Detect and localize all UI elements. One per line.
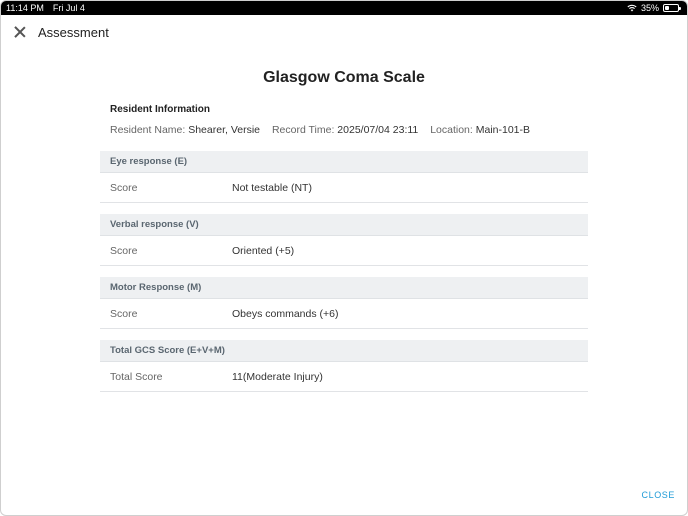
score-label: Score bbox=[110, 307, 138, 320]
status-date: Fri Jul 4 bbox=[52, 3, 85, 13]
score-value: Obeys commands (+6) bbox=[232, 307, 339, 320]
total-score-row: Total Score 11(Moderate Injury) bbox=[100, 362, 588, 392]
location-label: Location: bbox=[430, 124, 473, 136]
record-time-label: Record Time: bbox=[271, 124, 335, 136]
section-motor: Motor Response (M) Score Obeys commands … bbox=[100, 277, 588, 329]
app-window: 11:14 PM Fri Jul 4 35% Assessment Glasgow… bbox=[0, 0, 688, 516]
section-total: Total GCS Score (E+V+M) Total Score 11(M… bbox=[100, 340, 588, 392]
section-eye: Eye response (E) Score Not testable (NT) bbox=[100, 151, 588, 203]
wifi-icon bbox=[627, 4, 637, 12]
form-title: Glasgow Coma Scale bbox=[263, 69, 425, 86]
close-button[interactable]: CLOSE bbox=[641, 490, 675, 500]
score-value: Oriented (+5) bbox=[232, 244, 295, 257]
section-header: Verbal response (V) bbox=[100, 214, 588, 236]
battery-percent: 35% bbox=[640, 3, 659, 13]
score-label: Score bbox=[110, 181, 138, 194]
resident-info: Resident Name: Shearer, Versie Record Ti… bbox=[100, 124, 588, 136]
score-label: Score bbox=[110, 244, 138, 257]
header-title: Assessment bbox=[38, 24, 109, 40]
record-time: 2025/07/04 23:11 bbox=[337, 124, 419, 136]
section-header: Total GCS Score (E+V+M) bbox=[100, 340, 588, 362]
battery-fill bbox=[665, 6, 670, 10]
score-row: Score Oriented (+5) bbox=[100, 236, 588, 266]
resident-name-label: Resident Name: bbox=[110, 124, 186, 136]
section-header: Eye response (E) bbox=[100, 151, 588, 173]
status-left: 11:14 PM Fri Jul 4 bbox=[6, 3, 94, 13]
section-header: Motor Response (M) bbox=[100, 277, 588, 299]
status-time: 11:14 PM bbox=[6, 3, 44, 13]
close-icon[interactable] bbox=[13, 25, 27, 39]
section-verbal: Verbal response (V) Score Oriented (+5) bbox=[100, 214, 588, 266]
header: Assessment bbox=[1, 15, 687, 49]
score-row: Score Obeys commands (+6) bbox=[100, 299, 588, 329]
total-score-value: 11(Moderate Injury) bbox=[232, 370, 323, 383]
resident-heading: Resident Information bbox=[110, 104, 211, 115]
score-value: Not testable (NT) bbox=[232, 181, 312, 194]
resident-name: Shearer, Versie bbox=[188, 124, 261, 136]
total-score-label: Total Score bbox=[110, 370, 163, 383]
location: Main-101-B bbox=[475, 124, 531, 136]
status-right: 35% bbox=[627, 3, 681, 13]
assessment-content: Glasgow Coma Scale Resident Information … bbox=[100, 69, 588, 392]
score-row: Score Not testable (NT) bbox=[100, 173, 588, 203]
status-bar: 11:14 PM Fri Jul 4 35% bbox=[1, 1, 687, 15]
battery-icon bbox=[663, 4, 681, 12]
